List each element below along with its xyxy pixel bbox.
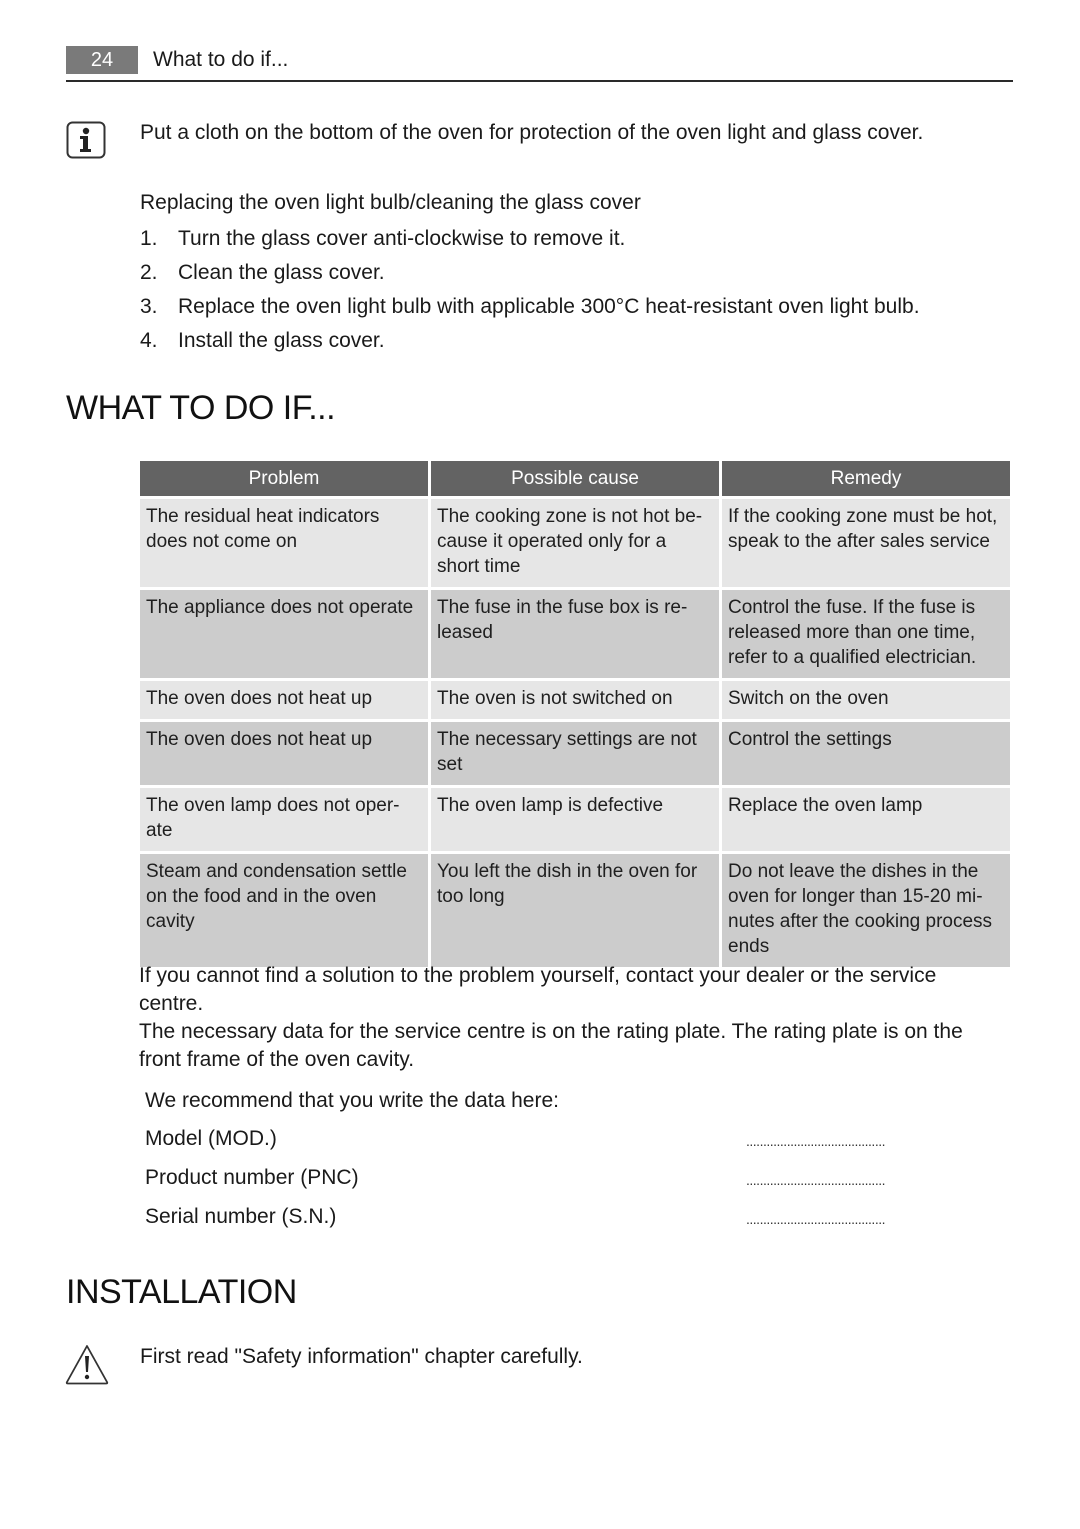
problem-cell: The appliance does not operate xyxy=(140,590,428,678)
remedy-cell: Control the fuse. If the fuse is release… xyxy=(722,590,1010,678)
info-note-text: Put a cloth on the bottom of the oven fo… xyxy=(140,121,924,144)
step-number: 1. xyxy=(140,227,158,250)
step-number: 3. xyxy=(140,295,158,318)
rating-plate-paragraph: The necessary data for the service centr… xyxy=(139,1020,963,1071)
step-text: Replace the oven light bulb with applica… xyxy=(178,295,920,318)
remedy-cell: Control the settings xyxy=(722,722,1010,785)
step-number: 2. xyxy=(140,261,158,284)
remedy-cell: Replace the oven lamp xyxy=(722,788,1010,851)
cause-cell: The oven is not switched on xyxy=(431,681,719,719)
field-blank: ........................................… xyxy=(746,1133,885,1149)
recommend-text: We recommend that you write the data her… xyxy=(145,1089,559,1112)
table-header-row: Problem Possible cause Remedy xyxy=(140,461,1010,496)
column-header-remedy: Remedy xyxy=(722,461,1010,496)
remedy-cell: Do not leave the dishes in the oven for … xyxy=(722,854,1010,967)
column-header-cause: Possible cause xyxy=(431,461,719,496)
table-row: The oven lamp does not oper- ate The ove… xyxy=(140,788,1010,851)
cause-cell: The fuse in the fuse box is re- leased xyxy=(431,590,719,678)
procedure-step: 2. Clean the glass cover. xyxy=(140,256,920,290)
problem-cell: Steam and condensation settle on the foo… xyxy=(140,854,428,967)
column-header-problem: Problem xyxy=(140,461,428,496)
step-text: Install the glass cover. xyxy=(178,329,385,352)
table-row: The appliance does not operate The fuse … xyxy=(140,590,1010,678)
field-serial-number: Serial number (S.N.) ...................… xyxy=(145,1202,885,1232)
page-header: 24 What to do if... xyxy=(66,46,1013,82)
what-to-do-heading: WHAT TO DO IF... xyxy=(66,389,336,427)
section-title: What to do if... xyxy=(153,48,289,71)
field-label: Serial number (S.N.) xyxy=(145,1205,337,1228)
procedure-title: Replacing the oven light bulb/cleaning t… xyxy=(140,191,641,214)
procedure-step: 4. Install the glass cover. xyxy=(140,324,920,358)
cause-cell: The cooking zone is not hot be- cause it… xyxy=(431,499,719,587)
table-row: The residual heat indicators does not co… xyxy=(140,499,1010,587)
page-number: 24 xyxy=(66,46,138,74)
problem-cell: The oven does not heat up xyxy=(140,722,428,785)
warning-icon xyxy=(65,1345,109,1385)
service-paragraph: If you cannot find a solution to the pro… xyxy=(139,964,937,1015)
remedy-cell: Switch on the oven xyxy=(722,681,1010,719)
field-blank: ........................................… xyxy=(746,1211,885,1227)
field-label: Model (MOD.) xyxy=(145,1127,277,1150)
step-number: 4. xyxy=(140,329,158,352)
troubleshooting-table: Problem Possible cause Remedy The residu… xyxy=(137,458,1013,970)
field-product-number: Product number (PNC) ...................… xyxy=(145,1163,885,1193)
problem-cell: The oven does not heat up xyxy=(140,681,428,719)
remedy-cell: If the cooking zone must be hot, speak t… xyxy=(722,499,1010,587)
installation-heading: INSTALLATION xyxy=(66,1273,297,1311)
cause-cell: You left the dish in the oven for too lo… xyxy=(431,854,719,967)
info-icon xyxy=(66,121,106,159)
table-row: Steam and condensation settle on the foo… xyxy=(140,854,1010,967)
step-text: Turn the glass cover anti-clockwise to r… xyxy=(178,227,626,250)
procedure-steps: 1. Turn the glass cover anti-clockwise to… xyxy=(140,222,920,358)
table-row: The oven does not heat up The oven is no… xyxy=(140,681,1010,719)
procedure-step: 3. Replace the oven light bulb with appli… xyxy=(140,290,920,324)
procedure-step: 1. Turn the glass cover anti-clockwise to… xyxy=(140,222,920,256)
cause-cell: The necessary settings are not set xyxy=(431,722,719,785)
table-row: The oven does not heat up The necessary … xyxy=(140,722,1010,785)
warning-text: First read "Safety information" chapter … xyxy=(140,1345,583,1368)
field-blank: ........................................… xyxy=(746,1172,885,1188)
field-label: Product number (PNC) xyxy=(145,1166,359,1189)
cause-cell: The oven lamp is defective xyxy=(431,788,719,851)
problem-cell: The residual heat indicators does not co… xyxy=(140,499,428,587)
step-text: Clean the glass cover. xyxy=(178,261,385,284)
field-model: Model (MOD.) ...........................… xyxy=(145,1124,885,1154)
problem-cell: The oven lamp does not oper- ate xyxy=(140,788,428,851)
